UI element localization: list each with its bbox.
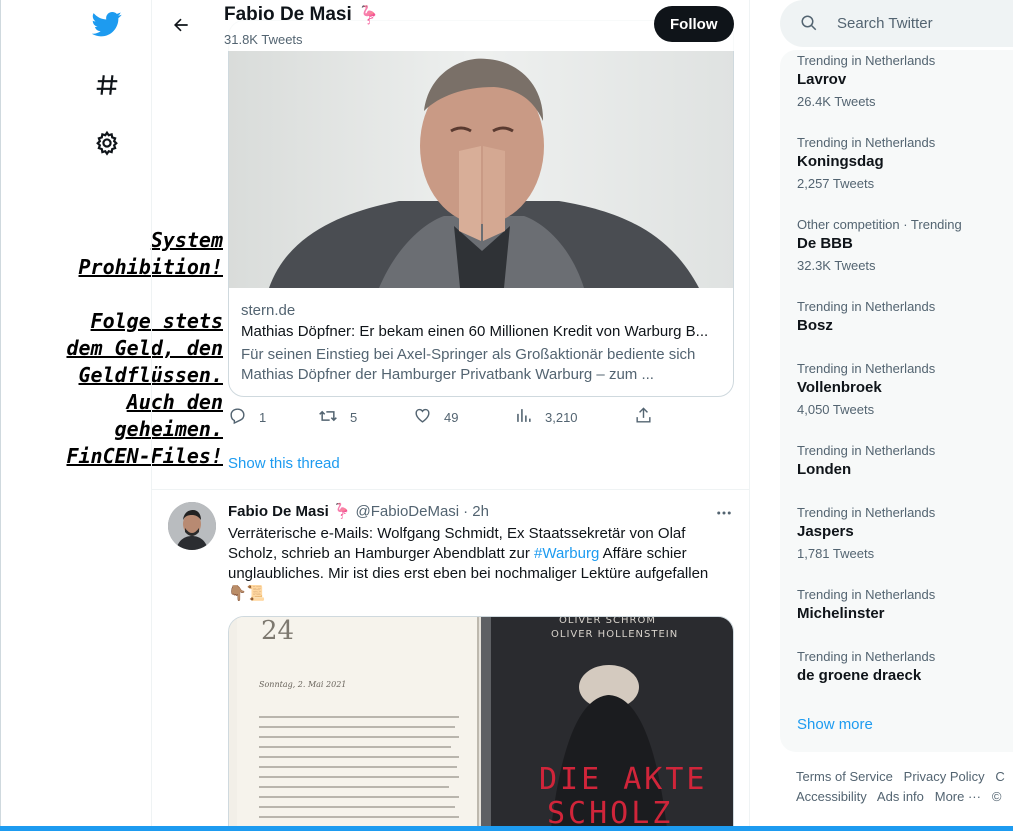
trend-name: Jaspers [797, 523, 854, 540]
search-input[interactable]: Search Twitter [837, 15, 933, 32]
views-count: 3,210 [545, 409, 578, 425]
tweet-author-name[interactable]: Fabio De Masi [228, 503, 329, 520]
trend-context: Trending in Netherlands [797, 53, 936, 68]
book-title: DIE AKTE [539, 762, 708, 797]
trend-item[interactable]: Trending in Netherlands Lavrov 26.4K Twe… [797, 53, 935, 109]
trend-context: Trending in Netherlands [797, 443, 936, 458]
copyright: © [991, 789, 1002, 804]
main-timeline: stern.de Mathias Döpfner: Er bekam einen… [151, 0, 750, 831]
follow-button[interactable]: Follow [654, 6, 734, 42]
tweet-count: 31.8K Tweets [224, 32, 303, 47]
footer-links: Terms of Service Privacy Policy C [796, 769, 1005, 784]
tweet-header: Fabio De Masi 🦩 @FabioDeMasi · 2h [228, 502, 489, 521]
card-domain: stern.de [241, 302, 296, 319]
views-button[interactable]: 3,210 [514, 406, 578, 428]
trend-count: 1,781 Tweets [797, 546, 875, 561]
back-arrow-icon[interactable] [164, 8, 198, 42]
share-button[interactable] [634, 406, 653, 428]
cookie-link[interactable]: C [995, 769, 1004, 784]
trend-context: Trending in Netherlands [797, 505, 936, 520]
hashtag-link[interactable]: #Warburg [534, 545, 599, 562]
privacy-link[interactable]: Privacy Policy [904, 769, 985, 784]
profile-name-text: Fabio De Masi [224, 4, 352, 25]
retweet-button[interactable]: 5 [318, 406, 357, 429]
book-page-number: 24 [261, 617, 294, 646]
trend-count: 32.3K Tweets [797, 258, 876, 273]
terms-link[interactable]: Terms of Service [796, 769, 893, 784]
book-page-heading: Sonntag, 2. Mai 2021 [259, 680, 346, 689]
trends-panel: Trending in Netherlands Lavrov 26.4K Twe… [780, 50, 1013, 752]
like-button[interactable]: 49 [413, 406, 458, 428]
trend-name: Koningsdag [797, 153, 884, 170]
retweet-count: 5 [350, 410, 358, 425]
card-image [229, 51, 733, 288]
trend-name: Michelinster [797, 605, 885, 622]
tweet-media[interactable]: 24 Sonntag, 2. Mai 2021 OLIVER SCHRÖM OL… [228, 616, 734, 831]
trend-count: 2,257 Tweets [797, 176, 875, 191]
trend-item[interactable]: Trending in Netherlands Jaspers 1,781 Tw… [797, 505, 935, 561]
flamingo-emoji: 🦩 [357, 4, 381, 25]
trend-name: Londen [797, 461, 852, 478]
twitter-bird-icon[interactable] [91, 8, 123, 40]
trend-name: Lavrov [797, 71, 847, 88]
trend-item[interactable]: Trending in Netherlands Bosz [797, 299, 935, 334]
show-more-link[interactable]: Show more [797, 716, 873, 733]
tweet-text: Verräterische e-Mails: Wolfgang Schmidt,… [228, 524, 734, 604]
flamingo-emoji: 🦩 [332, 503, 352, 520]
reply-button[interactable]: 1 [228, 406, 266, 428]
trend-item[interactable]: Trending in Netherlands Vollenbroek 4,05… [797, 361, 935, 417]
book-authors: OLIVER HOLLENSTEIN [551, 629, 678, 640]
link-card[interactable]: stern.de Mathias Döpfner: Er bekam einen… [228, 20, 734, 397]
reply-count: 1 [259, 409, 267, 425]
search-icon [800, 14, 818, 37]
trend-context: Trending in Netherlands [797, 361, 936, 376]
profile-name: Fabio De Masi 🦩 [224, 4, 380, 26]
trend-name: de groene draeck [797, 667, 922, 684]
gear-icon[interactable] [91, 127, 123, 159]
trend-context: Trending in Netherlands [797, 299, 936, 314]
reply-icon [228, 406, 247, 428]
trend-count: 4,050 Tweets [797, 402, 875, 417]
trend-item[interactable]: Trending in Netherlands Michelinster [797, 587, 935, 622]
trend-name: Vollenbroek [797, 379, 882, 396]
trend-item[interactable]: Other competition · Trending De BBB 32.3… [797, 217, 962, 273]
trend-item[interactable]: Trending in Netherlands Koningsdag 2,257… [797, 135, 935, 191]
book-authors: OLIVER SCHRÖM [559, 617, 656, 626]
ads-info-link[interactable]: Ads info [877, 789, 924, 804]
trend-name: De BBB [797, 235, 853, 252]
tweet-actions: 1 5 49 3,210 [228, 406, 668, 434]
tweet-author-handle[interactable]: @FabioDeMasi [356, 503, 460, 520]
accessibility-link[interactable]: Accessibility [796, 789, 867, 804]
trend-context: Trending in Netherlands [797, 649, 936, 664]
tweet-divider [152, 489, 749, 490]
tweet-timestamp[interactable]: · 2h [463, 503, 489, 520]
more-link[interactable]: More ··· [935, 789, 981, 804]
more-options-icon[interactable] [714, 503, 734, 523]
tweet-emojis: 👇🏽📜 [228, 585, 266, 602]
trend-item[interactable]: Trending in Netherlands de groene draeck [797, 649, 935, 684]
avatar[interactable] [168, 502, 216, 550]
hashtag-icon[interactable] [91, 69, 123, 101]
trend-item[interactable]: Trending in Netherlands Londen [797, 443, 935, 478]
views-chart-icon [514, 406, 533, 428]
search-box[interactable]: Search Twitter [780, 0, 1013, 47]
bottom-bar [0, 826, 1013, 831]
card-title: Mathias Döpfner: Er bekam einen 60 Milli… [241, 323, 709, 340]
footer-links: Accessibility Ads info More ··· © [796, 789, 1001, 804]
trend-count: 26.4K Tweets [797, 94, 876, 109]
profile-header: Fabio De Masi 🦩 31.8K Tweets Follow [152, 0, 749, 51]
retweet-icon [318, 406, 338, 429]
trend-name: Bosz [797, 317, 833, 334]
show-thread-link[interactable]: Show this thread [228, 455, 340, 472]
trend-context: Other competition · Trending [797, 217, 962, 232]
heart-icon [413, 406, 432, 428]
trend-context: Trending in Netherlands [797, 587, 936, 602]
card-description: Für seinen Einstieg bei Axel-Springer al… [241, 346, 696, 383]
share-icon [634, 406, 653, 428]
like-count: 49 [444, 409, 459, 425]
trend-context: Trending in Netherlands [797, 135, 936, 150]
